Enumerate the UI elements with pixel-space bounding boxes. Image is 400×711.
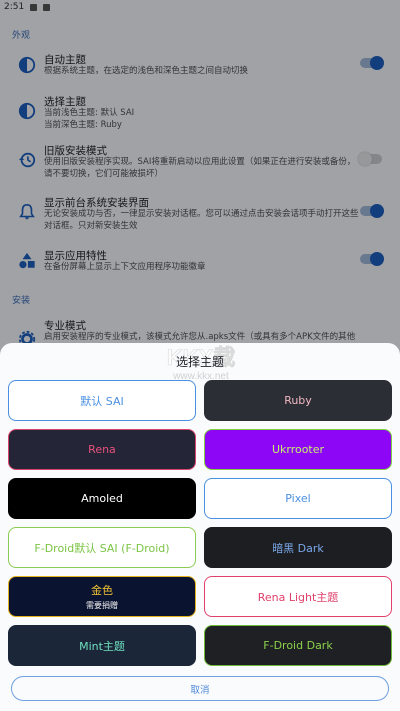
theme-option-label: 暗黑 Dark [272, 541, 324, 555]
theme-option-button[interactable]: Rena Light主题 [204, 576, 392, 617]
theme-option-label: 金色 [91, 584, 113, 597]
theme-option-label: Rena Light主题 [257, 590, 339, 604]
theme-option-button[interactable]: Ukrrooter [204, 429, 392, 470]
theme-option-label: 默认 SAI [80, 394, 124, 408]
theme-option-button[interactable]: Mint主题 [8, 625, 196, 666]
theme-picker-sheet: KKX载 www.kkx.net 选择主题 默认 SAI Ruby Rena Ukrr… [0, 343, 400, 711]
theme-option-label: F-Droid Dark [263, 639, 333, 652]
theme-option-label: Ruby [284, 394, 312, 407]
theme-option-button[interactable]: 金色 需要捐赠 [8, 576, 196, 617]
theme-option-button[interactable]: Rena [8, 429, 196, 470]
theme-option-label: Mint主题 [79, 639, 125, 653]
dialog-title: 选择主题 [175, 355, 224, 369]
theme-option-button[interactable]: Amoled [8, 478, 196, 519]
theme-option-button[interactable]: F-Droid默认 SAI (F-Droid) [8, 527, 196, 568]
theme-option-label: Pixel [285, 492, 311, 505]
theme-option-button[interactable]: Ruby [204, 380, 392, 421]
theme-option-button[interactable]: 暗黑 Dark [204, 527, 392, 568]
theme-option-button[interactable]: Pixel [204, 478, 392, 519]
cancel-button[interactable]: 取消 [11, 676, 389, 701]
theme-option-label: Amoled [81, 492, 123, 505]
theme-option-button[interactable]: 默认 SAI [8, 380, 196, 421]
theme-option-button[interactable]: F-Droid Dark [204, 625, 392, 666]
theme-option-label: F-Droid默认 SAI (F-Droid) [34, 541, 170, 555]
theme-option-label: Rena [88, 443, 116, 456]
theme-option-subtitle: 需要捐赠 [86, 601, 118, 610]
theme-option-label: Ukrrooter [271, 443, 325, 456]
